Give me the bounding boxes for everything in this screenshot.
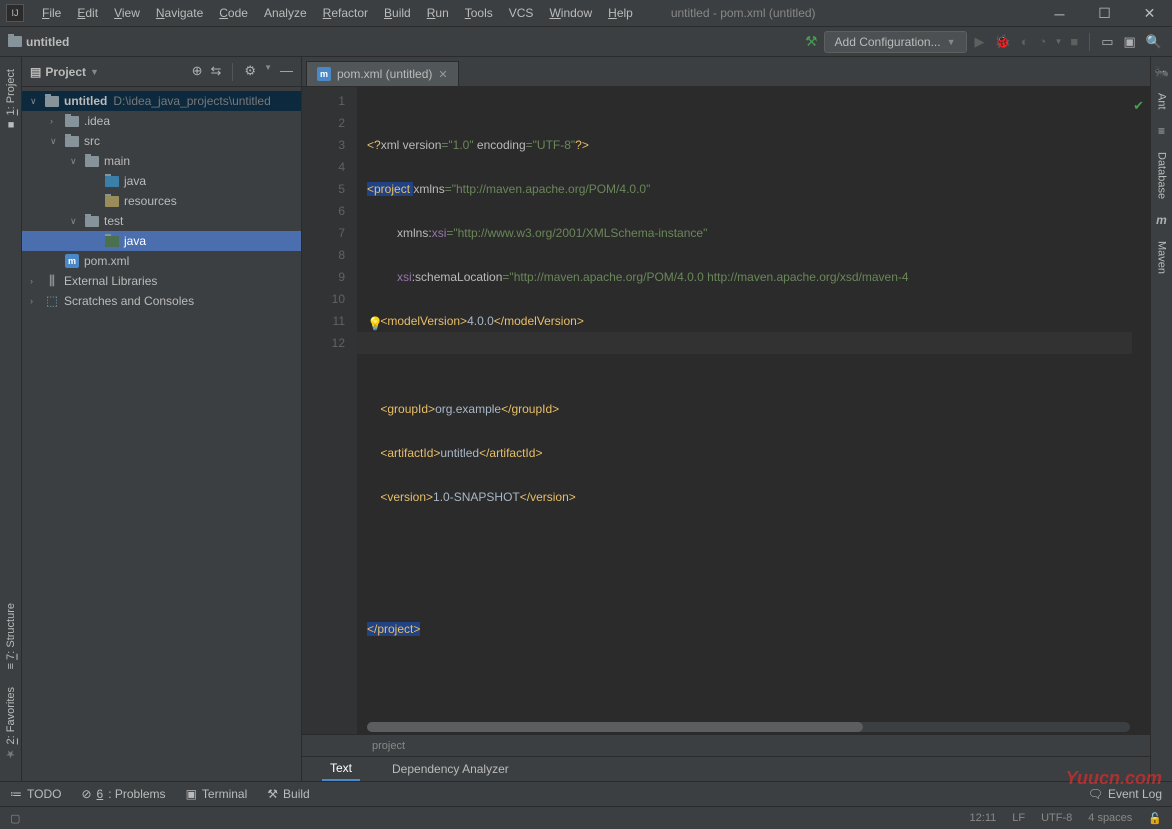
- editor-tab-pom[interactable]: m pom.xml (untitled) ✕: [306, 61, 459, 86]
- tool-windows-icon[interactable]: ▢: [10, 812, 20, 825]
- tree-row-ext-lib[interactable]: ›⫼ External Libraries: [22, 271, 301, 291]
- breadcrumb-root: untitled: [26, 35, 69, 49]
- line-separator[interactable]: LF: [1012, 812, 1025, 824]
- maximize-button[interactable]: ☐: [1082, 0, 1127, 27]
- menu-navigate[interactable]: Navigate: [148, 3, 211, 23]
- close-tab-icon[interactable]: ✕: [438, 68, 447, 81]
- add-config-label: Add Configuration...: [835, 35, 941, 49]
- readonly-lock-icon[interactable]: 🔓: [1148, 812, 1162, 825]
- project-panel-header: ▤Project▼ ⊕ ⇆ ⚙ ▼ —: [22, 57, 301, 87]
- app-icon: IJ: [6, 4, 24, 22]
- hide-icon[interactable]: —: [280, 63, 293, 81]
- settings-gear-icon[interactable]: ⚙: [244, 63, 256, 81]
- tree-row-test-java[interactable]: java: [22, 231, 301, 251]
- intention-bulb-icon[interactable]: 💡: [367, 313, 383, 335]
- todo-tool-button[interactable]: ≔TODO: [10, 787, 61, 801]
- menu-help[interactable]: Help: [600, 3, 641, 23]
- horizontal-scrollbar[interactable]: [367, 722, 1130, 732]
- project-tool-button[interactable]: ■ 1: Project: [5, 65, 17, 135]
- favorites-tool-button[interactable]: ★ 2: Favorites: [4, 683, 17, 765]
- event-log-button[interactable]: 🗨Event Log: [1088, 787, 1162, 801]
- left-tool-buttons: ■ 1: Project ≡ 7: Structure ★ 2: Favorit…: [0, 57, 22, 781]
- maven-icon[interactable]: m: [1156, 213, 1167, 227]
- file-encoding[interactable]: UTF-8: [1041, 812, 1072, 824]
- tree-row-idea[interactable]: › .idea: [22, 111, 301, 131]
- tab-label: pom.xml (untitled): [337, 67, 432, 81]
- coverage-icon[interactable]: ◐: [1019, 34, 1031, 49]
- debug-icon[interactable]: 🐞: [993, 34, 1013, 50]
- terminal-tool-button[interactable]: ▣Terminal: [186, 787, 248, 801]
- cursor-position[interactable]: 12:11: [970, 812, 997, 824]
- menu-refactor[interactable]: Refactor: [315, 3, 376, 23]
- menu-vcs[interactable]: VCS: [501, 3, 542, 23]
- menu-run[interactable]: Run: [419, 3, 457, 23]
- minimize-button[interactable]: ─: [1037, 0, 1082, 27]
- select-opened-file-icon[interactable]: ⊕: [192, 63, 203, 81]
- inspection-ok-icon[interactable]: ✔: [1133, 95, 1144, 117]
- search-icon[interactable]: 🔍: [1144, 34, 1164, 50]
- maven-file-icon: m: [317, 67, 331, 81]
- tree-row-test[interactable]: ∨ test: [22, 211, 301, 231]
- tree-row-main[interactable]: ∨ main: [22, 151, 301, 171]
- add-configuration-button[interactable]: Add Configuration... ▼: [824, 31, 967, 53]
- menu-window[interactable]: Window: [541, 3, 600, 23]
- build-icon[interactable]: ⚒: [805, 33, 818, 50]
- editor-breadcrumb[interactable]: project: [302, 734, 1150, 756]
- bottom-tool-buttons: ≔TODO ⊘6: Problems ▣Terminal ⚒Build 🗨Eve…: [0, 781, 1172, 806]
- menu-file[interactable]: File: [34, 3, 69, 23]
- database-tool-button[interactable]: Database: [1156, 150, 1168, 201]
- folder-icon: [8, 36, 22, 47]
- status-bar: ▢ 12:11 LF UTF-8 4 spaces 🔓: [0, 806, 1172, 829]
- stop-icon[interactable]: ■: [1068, 34, 1080, 49]
- menubar: IJ FileEditViewNavigateCodeAnalyzeRefact…: [0, 0, 1172, 27]
- run-icon[interactable]: ▶: [973, 34, 987, 50]
- menu-edit[interactable]: Edit: [69, 3, 106, 23]
- close-button[interactable]: ✕: [1127, 0, 1172, 27]
- line-gutter: 123456789101112: [302, 87, 357, 734]
- menu-view[interactable]: View: [106, 3, 148, 23]
- editor-sub-tabs: Text Dependency Analyzer: [302, 756, 1150, 781]
- ant-tool-button[interactable]: Ant: [1156, 91, 1168, 112]
- watermark: Yuucn.com: [1066, 768, 1162, 789]
- structure-tool-button[interactable]: ≡ 7: Structure: [5, 599, 17, 673]
- project-panel-title[interactable]: ▤Project▼: [30, 65, 99, 79]
- right-tool-buttons: 🐜 Ant ≡ Database m Maven: [1150, 57, 1172, 781]
- settings-icon[interactable]: ▣: [1122, 34, 1138, 50]
- window-title: untitled - pom.xml (untitled): [671, 6, 816, 20]
- tab-dependency-analyzer[interactable]: Dependency Analyzer: [384, 758, 517, 780]
- menu-analyze[interactable]: Analyze: [256, 3, 315, 23]
- tree-row-scratches[interactable]: ›⬚ Scratches and Consoles: [22, 291, 301, 311]
- expand-all-icon[interactable]: ⇆: [211, 63, 222, 81]
- tree-row-resources[interactable]: resources: [22, 191, 301, 211]
- tree-row-src[interactable]: ∨ src: [22, 131, 301, 151]
- code-content[interactable]: <?xml version="1.0" encoding="UTF-8"?> <…: [357, 87, 1150, 734]
- code-editor[interactable]: 123456789101112 <?xml version="1.0" enco…: [302, 87, 1150, 734]
- menu-tools[interactable]: Tools: [457, 3, 501, 23]
- navigation-toolbar: untitled ⚒ Add Configuration... ▼ ▶ 🐞 ◐ …: [0, 27, 1172, 57]
- project-structure-icon[interactable]: ▭: [1099, 34, 1115, 50]
- chevron-down-icon: ▼: [947, 37, 956, 47]
- editor-tabs: m pom.xml (untitled) ✕: [302, 57, 1150, 87]
- maven-tool-button[interactable]: Maven: [1156, 239, 1168, 276]
- breadcrumb[interactable]: untitled: [8, 35, 69, 49]
- build-tool-button[interactable]: ⚒Build: [267, 787, 309, 801]
- menu-build[interactable]: Build: [376, 3, 419, 23]
- project-tool-window: ▤Project▼ ⊕ ⇆ ⚙ ▼ — ∨ untitled D:\idea_j…: [22, 57, 302, 781]
- tab-text[interactable]: Text: [322, 757, 360, 781]
- tree-row-pom[interactable]: m pom.xml: [22, 251, 301, 271]
- menu-code[interactable]: Code: [211, 3, 256, 23]
- database-icon[interactable]: ≡: [1158, 124, 1165, 138]
- problems-tool-button[interactable]: ⊘6: Problems: [81, 787, 165, 801]
- editor-area: m pom.xml (untitled) ✕ 123456789101112 <…: [302, 57, 1150, 781]
- indent-settings[interactable]: 4 spaces: [1088, 812, 1132, 824]
- chevron-down-icon: ▼: [1054, 37, 1062, 46]
- tree-row-root[interactable]: ∨ untitled D:\idea_java_projects\untitle…: [22, 91, 301, 111]
- profile-icon[interactable]: ◔: [1037, 34, 1049, 49]
- project-tree[interactable]: ∨ untitled D:\idea_java_projects\untitle…: [22, 87, 301, 781]
- ant-icon[interactable]: 🐜: [1154, 65, 1169, 79]
- chevron-down-icon: ▼: [264, 63, 272, 81]
- tree-row-java[interactable]: java: [22, 171, 301, 191]
